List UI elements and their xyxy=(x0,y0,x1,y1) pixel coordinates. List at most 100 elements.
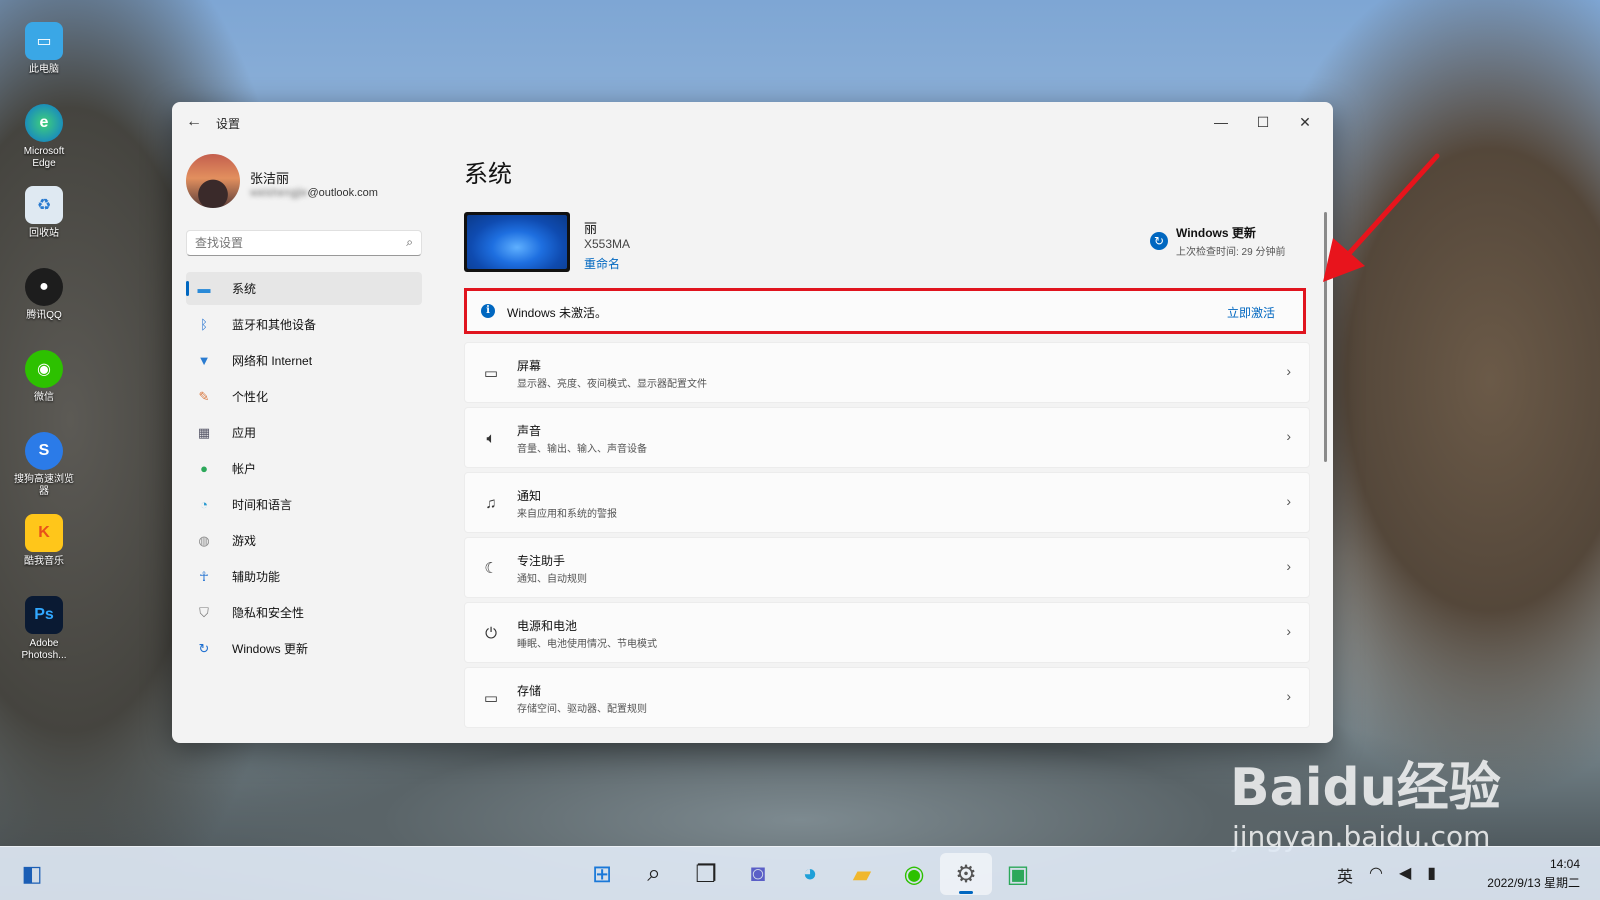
windows-update-title[interactable]: Windows 更新 xyxy=(1176,224,1256,241)
accessibility-icon: ☥ xyxy=(199,568,209,584)
system-tray: 英 ◠ ◀ ▮ xyxy=(1337,863,1436,887)
task-view-button[interactable]: ❐ xyxy=(680,853,732,895)
sidebar-item-label: 蓝牙和其他设备 xyxy=(232,318,317,332)
sidebar-item-network[interactable]: ▼ 网络和 Internet xyxy=(186,344,422,377)
main-content: 系统 丽 X553MA 重命名 ↻ Windows 更新 上次检查时间: 29 … xyxy=(464,150,1310,743)
battery-icon[interactable]: ▮ xyxy=(1427,863,1436,887)
email-redacted: weishengjie xyxy=(250,187,308,199)
activation-message: Windows 未激活。 xyxy=(507,306,608,320)
card-title: 屏幕 xyxy=(517,359,542,373)
settings-search: ⌕ xyxy=(186,230,422,256)
card-title: 电源和电池 xyxy=(517,619,578,633)
wechat-icon: ◉ xyxy=(25,350,63,388)
settings-card-sound[interactable]: 🔈︎ 声音 音量、输出、输入、声音设备 › xyxy=(464,407,1310,468)
sidebar-item-system[interactable]: ▬ 系统 xyxy=(186,272,422,305)
computer-icon: ▭ xyxy=(25,22,63,60)
device-name: 丽 xyxy=(584,221,598,236)
wifi-icon: ▼ xyxy=(197,353,211,368)
kuwo-music-icon: K xyxy=(25,514,63,552)
sidebar-item-time-language[interactable]: ◔ 时间和语言 xyxy=(186,488,422,521)
recycle-bin-icon: ♻ xyxy=(25,186,63,224)
sidebar-item-personalization[interactable]: ✎ 个性化 xyxy=(186,380,422,413)
picture-app-icon: ▣ xyxy=(1006,860,1030,888)
sidebar-item-label: 辅助功能 xyxy=(232,570,281,584)
chevron-right-icon: › xyxy=(1286,363,1291,379)
card-title: 专注助手 xyxy=(517,554,566,568)
settings-card-focus-assist[interactable]: ☾ 专注助手 通知、自动规则 › xyxy=(464,537,1310,598)
sidebar-item-label: 网络和 Internet xyxy=(232,354,313,368)
sogou-browser-icon: S xyxy=(25,432,63,470)
sidebar-item-accounts[interactable]: ● 帐户 xyxy=(186,452,422,485)
taskbar-search-button[interactable]: ⌕ xyxy=(628,853,680,895)
settings-card-notifications[interactable]: ♫ 通知 来自应用和系统的警报 › xyxy=(464,472,1310,533)
sidebar-item-apps[interactable]: ▦ 应用 xyxy=(186,416,422,449)
desktop-icon-sogou-browser[interactable]: S 搜狗高速浏览器 xyxy=(12,432,76,514)
clock-date: 2022/9/13 星期二 xyxy=(1487,876,1580,890)
settings-card-power[interactable]: ⏻ 电源和电池 睡眠、电池使用情况、节电模式 › xyxy=(464,602,1310,663)
close-button[interactable]: ✕ xyxy=(1285,108,1325,136)
taskbar-apps: ⊞ ⌕ ❐ ◙ ◕ ▰ ◉ ⚙ ▣ xyxy=(576,853,1044,895)
search-icon[interactable]: ⌕ xyxy=(406,235,413,250)
taskbar-edge-button[interactable]: ◕ xyxy=(784,853,836,895)
moon-icon: ☾ xyxy=(484,560,498,577)
taskbar: ◧ ⊞ ⌕ ❐ ◙ ◕ ▰ ◉ ⚙ ▣ 英 ◠ ◀ ▮ 14:04 2022/9… xyxy=(0,846,1600,900)
chevron-right-icon: › xyxy=(1286,493,1291,509)
desktop-icon-this-pc[interactable]: ▭ 此电脑 xyxy=(12,22,76,104)
maximize-button[interactable]: ☐ xyxy=(1243,108,1283,136)
volume-icon[interactable]: ◀ xyxy=(1399,863,1411,887)
back-button[interactable]: ← xyxy=(184,112,204,132)
globe-clock-icon: ◔ xyxy=(200,497,208,512)
info-icon: i xyxy=(481,304,495,318)
widgets-icon: ◧ xyxy=(21,861,43,886)
card-subtitle: 来自应用和系统的警报 xyxy=(517,509,617,520)
sidebar-item-label: 隐私和安全性 xyxy=(232,606,305,620)
sidebar-item-privacy[interactable]: ⛉ 隐私和安全性 xyxy=(186,596,422,629)
start-button[interactable]: ⊞ xyxy=(576,853,628,895)
chevron-right-icon: › xyxy=(1286,623,1291,639)
taskbar-wechat-button[interactable]: ◉ xyxy=(888,853,940,895)
bluetooth-icon: ᛒ xyxy=(200,317,208,332)
chevron-right-icon: › xyxy=(1286,558,1291,574)
desktop-icon-qq[interactable]: ● 腾讯QQ xyxy=(12,268,76,350)
taskbar-settings-button[interactable]: ⚙ xyxy=(940,853,992,895)
sidebar-item-label: 个性化 xyxy=(232,390,269,404)
sidebar-item-gaming[interactable]: ◍ 游戏 xyxy=(186,524,422,557)
sidebar-item-windows-update[interactable]: ↻ Windows 更新 xyxy=(186,632,422,665)
speaker-icon: 🔈︎ xyxy=(486,429,496,447)
sidebar-nav: ▬ 系统 ᛒ 蓝牙和其他设备 ▼ 网络和 Internet ✎ 个性化 ▦ 应用… xyxy=(186,272,422,668)
desktop-icon-wechat[interactable]: ◉ 微信 xyxy=(12,350,76,432)
chevron-right-icon: › xyxy=(1286,688,1291,704)
taskbar-app-button[interactable]: ▣ xyxy=(992,853,1044,895)
desktop-icon-kuwo-music[interactable]: K 酷我音乐 xyxy=(12,514,76,596)
ime-indicator[interactable]: 英 xyxy=(1337,863,1353,887)
file-explorer-button[interactable]: ▰ xyxy=(836,853,888,895)
monitor-icon: ▬ xyxy=(197,281,211,296)
card-subtitle: 显示器、亮度、夜间模式、显示器配置文件 xyxy=(517,379,707,390)
card-subtitle: 通知、自动规则 xyxy=(517,574,587,585)
sidebar-item-accessibility[interactable]: ☥ 辅助功能 xyxy=(186,560,422,593)
activate-now-button[interactable]: 立即激活 xyxy=(1227,304,1275,321)
taskbar-clock[interactable]: 14:04 2022/9/13 星期二 xyxy=(1487,855,1580,893)
rename-link[interactable]: 重命名 xyxy=(584,255,620,272)
card-title: 声音 xyxy=(517,424,542,438)
settings-card-storage[interactable]: ▭ 存储 存储空间、驱动器、配置规则 › xyxy=(464,667,1310,728)
sync-icon: ↻ xyxy=(1150,232,1168,250)
minimize-button[interactable]: — xyxy=(1201,108,1241,136)
wifi-icon[interactable]: ◠ xyxy=(1369,863,1383,887)
baidu-watermark: Baidu经验 xyxy=(1230,758,1501,818)
wechat-icon: ◉ xyxy=(903,860,925,888)
desktop-icon-edge[interactable]: e Microsoft Edge xyxy=(12,104,76,186)
settings-card-display[interactable]: ▭ 屏幕 显示器、亮度、夜间模式、显示器配置文件 › xyxy=(464,342,1310,403)
gear-icon: ⚙ xyxy=(955,860,977,888)
search-input[interactable] xyxy=(187,231,387,255)
sidebar-item-label: 游戏 xyxy=(232,534,257,548)
chat-icon: ◙ xyxy=(750,860,766,887)
user-profile[interactable]: 张洁丽 weishengjie@outlook.com xyxy=(186,154,426,210)
widgets-button[interactable]: ◧ xyxy=(18,860,46,888)
power-icon: ⏻ xyxy=(485,624,497,642)
sidebar-item-label: Windows 更新 xyxy=(232,642,309,656)
desktop-icon-photoshop[interactable]: Ps Adobe Photosh... xyxy=(12,596,76,678)
sidebar-item-bluetooth[interactable]: ᛒ 蓝牙和其他设备 xyxy=(186,308,422,341)
desktop-icon-recycle-bin[interactable]: ♻ 回收站 xyxy=(12,186,76,268)
teams-chat-button[interactable]: ◙ xyxy=(732,853,784,895)
